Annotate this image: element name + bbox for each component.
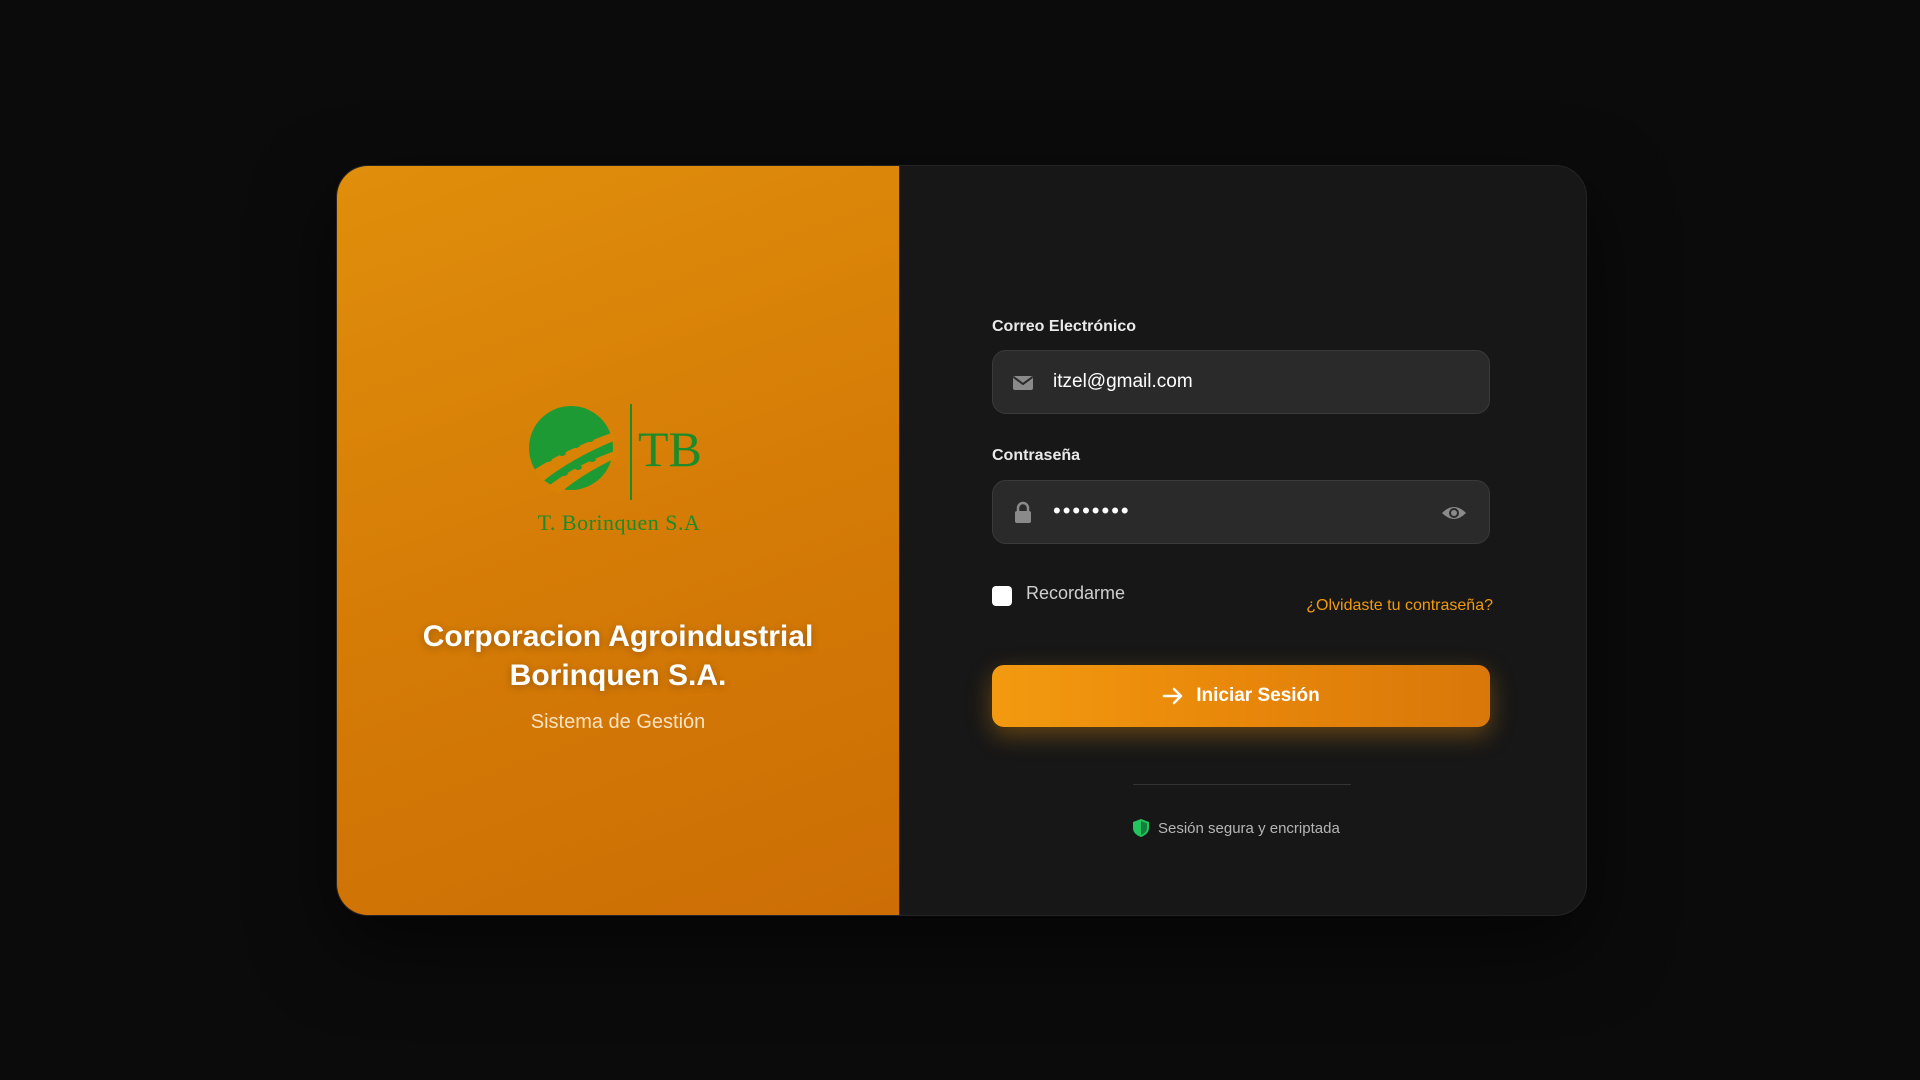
email-label: Correo Electrónico <box>992 318 1137 335</box>
system-subtitle: Sistema de Gestión <box>530 711 706 733</box>
remember-label[interactable]: Recordarme <box>1026 583 1125 604</box>
secure-session-text: Sesión segura y encriptada <box>1158 819 1340 837</box>
company-name-line2: Borinquen S.A. <box>509 659 727 692</box>
company-logo: TB T. Borinquen S.A <box>524 398 714 538</box>
logo-mark-text: TB <box>638 421 702 477</box>
forgot-password-link[interactable]: ¿Olvidaste tu contraseña? <box>1306 597 1493 615</box>
company-name-line1: Corporacion Agroindustrial <box>422 620 814 653</box>
password-field[interactable]: •••••••• <box>992 480 1490 544</box>
login-button[interactable]: Iniciar Sesión <box>992 665 1490 727</box>
secure-session-note: Sesión segura y encriptada <box>1132 818 1340 838</box>
login-button-label: Iniciar Sesión <box>1196 685 1320 706</box>
brand-panel: TB T. Borinquen S.A Corporacion Agroindu… <box>337 166 899 915</box>
divider <box>1133 784 1351 785</box>
remember-me[interactable]: Recordarme <box>992 580 1125 606</box>
arrow-right-icon <box>1162 687 1183 705</box>
remember-checkbox[interactable] <box>992 586 1012 606</box>
logo-caption: T. Borinquen S.A <box>537 510 701 535</box>
logo-mark-icon: TB <box>529 404 702 500</box>
password-value[interactable]: •••••••• <box>1053 498 1131 524</box>
email-field[interactable]: itzel@gmail.com <box>992 350 1490 414</box>
password-label: Contraseña <box>992 447 1081 464</box>
envelope-icon <box>1012 376 1034 390</box>
eye-icon[interactable] <box>1441 501 1467 525</box>
login-card: TB T. Borinquen S.A Corporacion Agroindu… <box>336 165 1587 916</box>
company-name: Corporacion Agroindustrial Borinquen S.A… <box>337 617 899 695</box>
lock-icon <box>1015 501 1031 523</box>
email-value[interactable]: itzel@gmail.com <box>1053 371 1193 393</box>
login-form-panel: Correo Electrónico itzel@gmail.com Contr… <box>899 166 1586 915</box>
shield-icon <box>1133 819 1149 837</box>
